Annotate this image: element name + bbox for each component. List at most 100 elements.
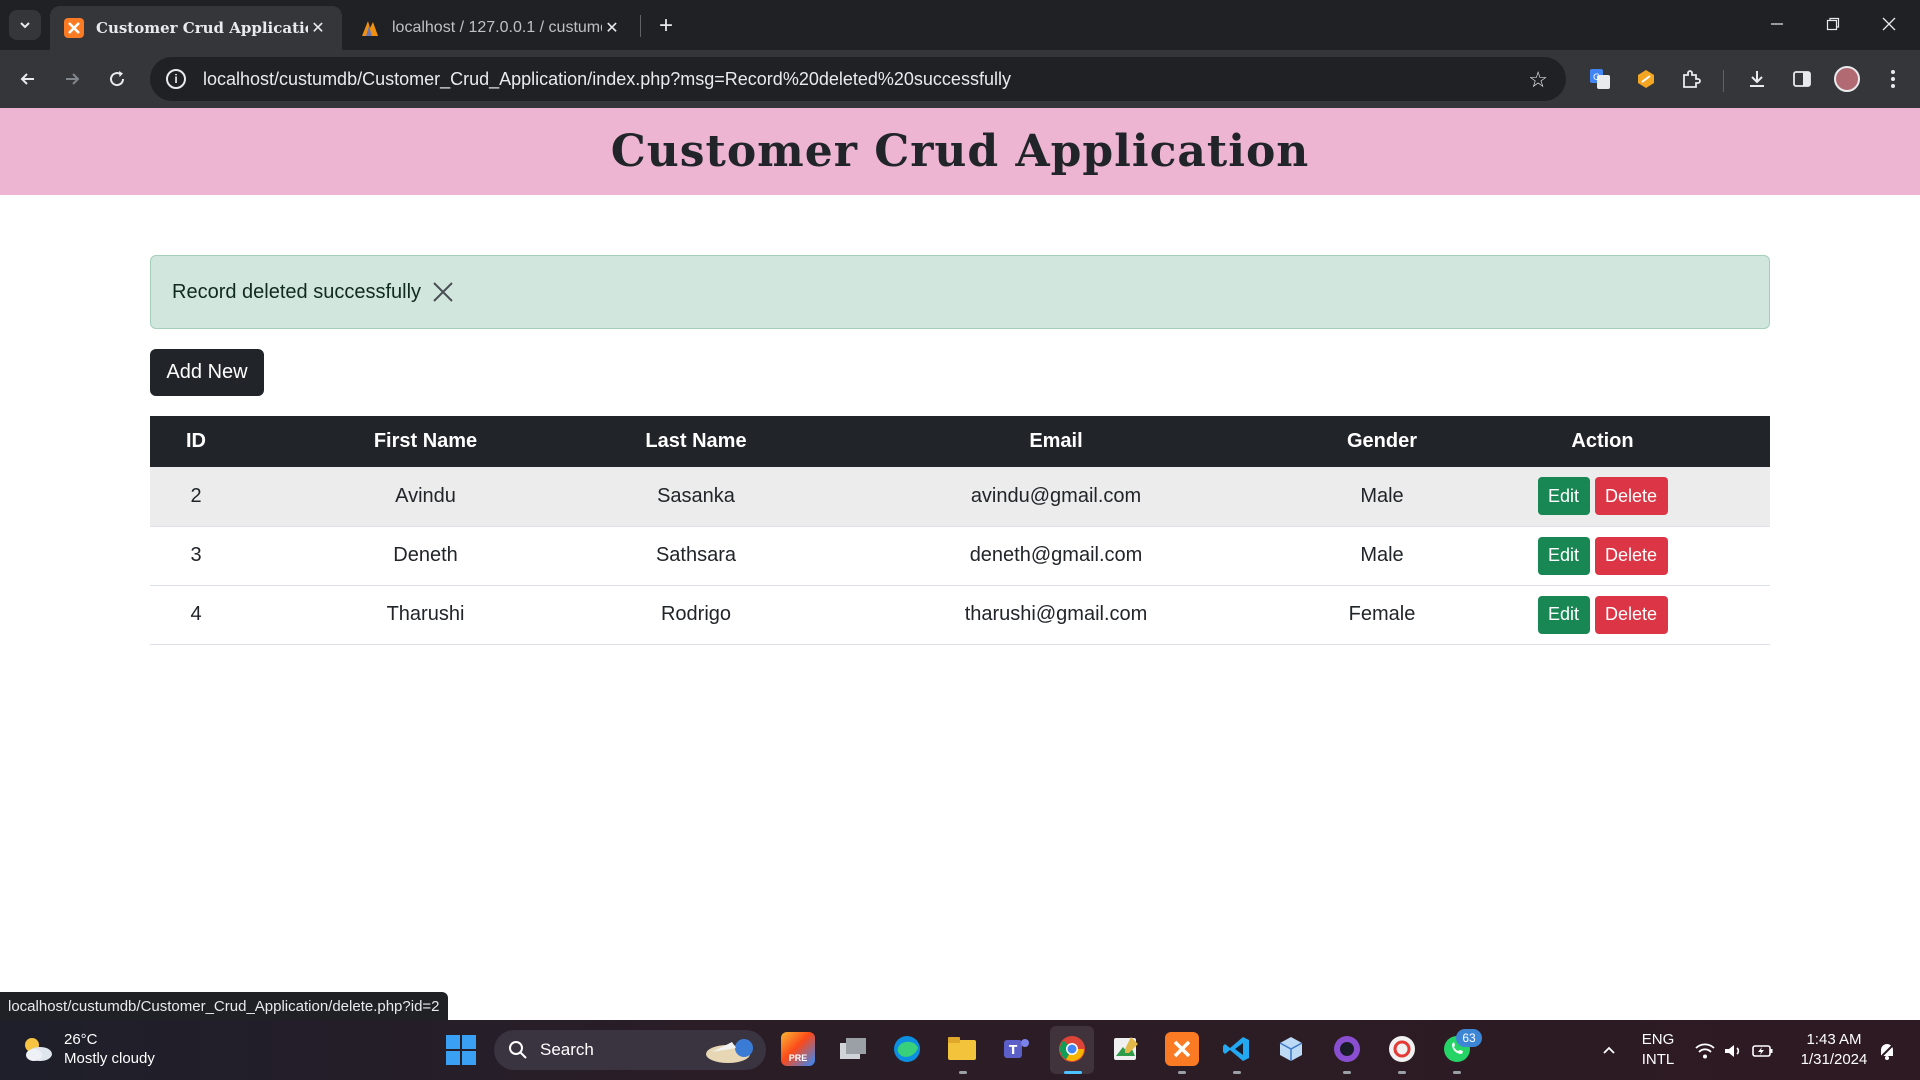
cell-id: 3 — [150, 526, 242, 586]
column-header-action: Action — [1435, 416, 1770, 467]
google-translate-icon[interactable]: G — [1586, 65, 1614, 93]
table-row: 2 Avindu Sasanka avindu@gmail.com Male E… — [150, 467, 1770, 527]
github-desktop-icon[interactable] — [1330, 1032, 1364, 1066]
clock-time: 1:43 AM — [1806, 1031, 1862, 1048]
cell-last-name: Sasanka — [609, 467, 783, 527]
cell-email: tharushi@gmail.com — [783, 585, 1329, 645]
new-tab-button[interactable]: + — [652, 12, 680, 40]
page-header: Customer Crud Application — [0, 108, 1920, 195]
tab-customer-crud[interactable]: Customer Crud Application ✕ — [50, 6, 342, 50]
minimize-button[interactable] — [1754, 8, 1800, 40]
cell-actions: Edit Delete — [1435, 526, 1770, 586]
volume-icon[interactable] — [1718, 1034, 1748, 1068]
alert-message: Record deleted successfully — [172, 280, 422, 303]
page-title: Customer Crud Application — [610, 126, 1310, 177]
windows-start-button[interactable] — [446, 1035, 476, 1065]
close-tab-icon[interactable]: ✕ — [602, 18, 622, 38]
restore-icon — [1826, 17, 1840, 31]
more-menu-icon[interactable] — [1879, 65, 1907, 93]
language-indicator[interactable]: ENG INTL — [1636, 1030, 1680, 1070]
back-button[interactable] — [12, 63, 44, 95]
add-new-button[interactable]: Add New — [150, 349, 264, 396]
running-indicator — [959, 1071, 967, 1074]
table-row: 3 Deneth Sathsara deneth@gmail.com Male … — [150, 526, 1770, 586]
edit-button[interactable]: Edit — [1537, 595, 1590, 634]
windows-logo-icon — [462, 1051, 476, 1065]
file-explorer-icon[interactable] — [945, 1032, 979, 1066]
cell-email: avindu@gmail.com — [783, 467, 1329, 527]
browser-tab-bar: Customer Crud Application ✕ localhost / … — [0, 0, 1920, 50]
delete-button[interactable]: Delete — [1594, 477, 1668, 516]
task-view-icon[interactable] — [836, 1032, 870, 1066]
clock-date: 1/31/2024 — [1800, 1051, 1868, 1068]
success-alert: Record deleted successfully — [150, 255, 1770, 329]
edit-button[interactable]: Edit — [1537, 536, 1590, 575]
side-panel-icon[interactable] — [1788, 65, 1816, 93]
restore-button[interactable] — [1810, 8, 1856, 40]
bookmark-star-icon[interactable]: ☆ — [1528, 67, 1548, 93]
site-info-icon[interactable]: i — [166, 69, 186, 89]
cell-id: 2 — [150, 467, 242, 527]
svg-text:G: G — [1593, 73, 1600, 83]
tab-search-button[interactable] — [9, 10, 41, 40]
close-icon — [433, 282, 453, 302]
xampp-taskbar-icon[interactable] — [1165, 1032, 1199, 1066]
reload-button[interactable] — [101, 63, 133, 95]
running-indicator — [1453, 1071, 1461, 1074]
language-line1: ENG — [1641, 1031, 1675, 1048]
virtualbox-icon[interactable] — [1274, 1032, 1308, 1066]
chrome-icon[interactable] — [1055, 1032, 1089, 1066]
reload-icon — [110, 71, 125, 87]
tab-title: Customer Crud Application — [96, 19, 308, 37]
close-tab-icon[interactable]: ✕ — [308, 18, 328, 38]
download-icon[interactable] — [1743, 65, 1771, 93]
alert-close-button[interactable] — [431, 280, 455, 304]
copilot-pre-icon[interactable]: PRE — [781, 1032, 815, 1066]
search-label: Search — [540, 1040, 594, 1059]
clock[interactable]: 1:43 AM 1/31/2024 — [1788, 1030, 1880, 1070]
cell-gender: Male — [1329, 467, 1435, 527]
customer-table: ID First Name Last Name Email Gender Act… — [150, 416, 1770, 645]
forward-button[interactable] — [56, 63, 88, 95]
profile-avatar[interactable] — [1834, 66, 1860, 92]
running-indicator — [1398, 1071, 1406, 1074]
edit-button[interactable]: Edit — [1537, 477, 1590, 516]
anydesk-icon[interactable] — [1385, 1032, 1419, 1066]
show-hidden-icons-chevron-up-icon[interactable] — [1594, 1033, 1624, 1067]
weather-condition: Mostly cloudy — [64, 1050, 155, 1067]
svg-text:T: T — [1009, 1043, 1018, 1057]
address-bar[interactable]: i localhost/custumdb/Customer_Crud_Appli… — [150, 57, 1566, 101]
taskbar-search[interactable]: Search — [494, 1030, 766, 1070]
cell-actions: Edit Delete — [1435, 585, 1770, 645]
cell-first-name: Deneth — [242, 526, 609, 586]
teams-icon[interactable]: T — [999, 1032, 1033, 1066]
edge-browser-icon[interactable] — [890, 1032, 924, 1066]
delete-button[interactable]: Delete — [1594, 595, 1668, 634]
language-line2: INTL — [1641, 1051, 1675, 1068]
close-window-button[interactable] — [1866, 8, 1912, 40]
running-indicator — [1233, 1071, 1241, 1074]
delete-button[interactable]: Delete — [1594, 536, 1668, 575]
column-header-last-name: Last Name — [609, 416, 783, 467]
battery-charging-icon[interactable] — [1748, 1034, 1778, 1068]
notification-bell-icon[interactable] — [1872, 1034, 1902, 1068]
chevron-down-icon — [20, 22, 30, 29]
windows-logo-icon — [462, 1035, 476, 1049]
browser-toolbar: i localhost/custumdb/Customer_Crud_Appli… — [0, 50, 1920, 108]
image-editor-icon[interactable] — [1109, 1032, 1143, 1066]
vscode-icon[interactable] — [1220, 1032, 1254, 1066]
running-indicator — [1343, 1071, 1351, 1074]
tab-phpmyadmin[interactable]: localhost / 127.0.0.1 / custumdb ✕ — [346, 6, 636, 50]
wifi-icon[interactable] — [1690, 1034, 1720, 1068]
column-header-gender: Gender — [1329, 416, 1435, 467]
weather-widget[interactable]: 26°C Mostly cloudy — [20, 1030, 155, 1068]
windows-logo-icon — [446, 1035, 460, 1049]
tab-separator — [640, 15, 641, 37]
cell-actions: Edit Delete — [1435, 467, 1770, 527]
arrow-right-icon — [66, 73, 80, 85]
arrow-left-icon — [20, 73, 34, 85]
table-row: 4 Tharushi Rodrigo tharushi@gmail.com Fe… — [150, 585, 1770, 645]
close-icon — [1882, 17, 1896, 31]
honey-extension-icon[interactable] — [1632, 65, 1660, 93]
extensions-puzzle-icon[interactable] — [1677, 65, 1705, 93]
